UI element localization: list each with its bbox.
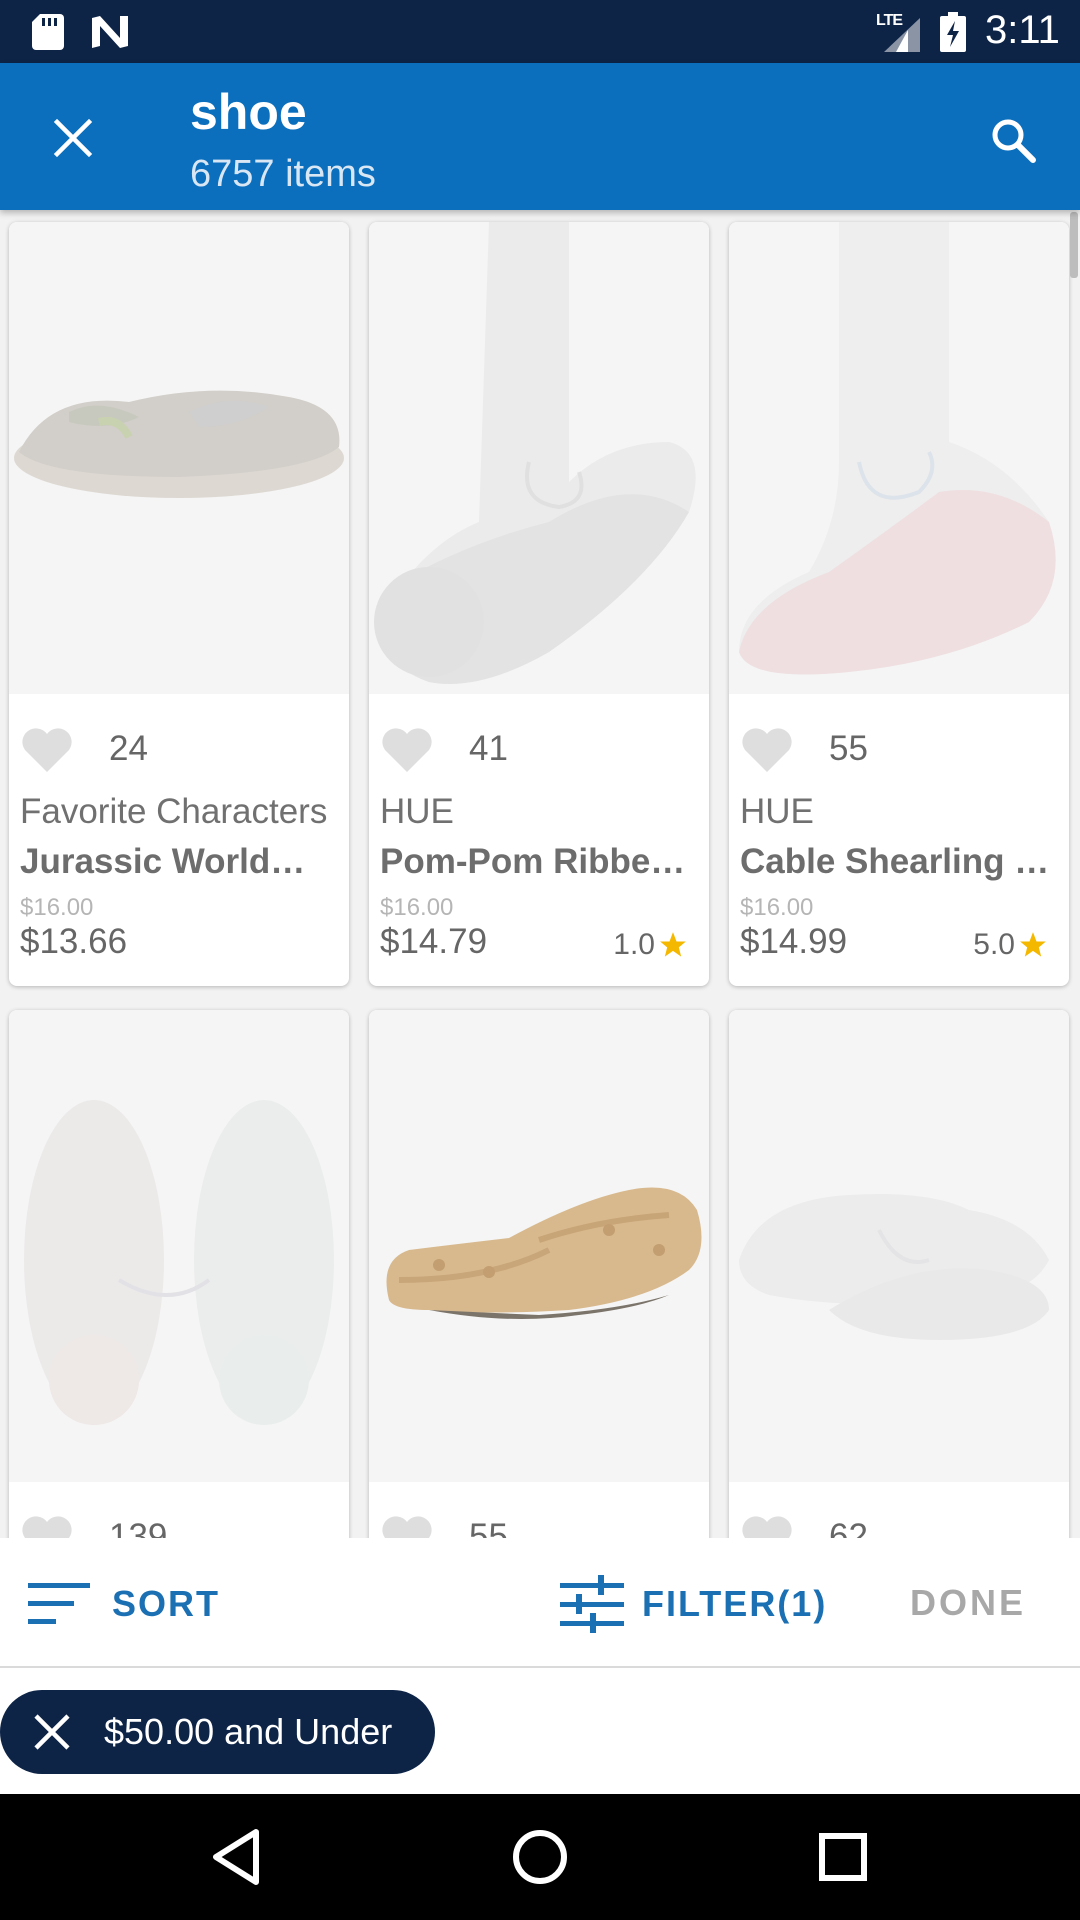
status-bar: LTE 3:11: [0, 0, 1080, 63]
notification-n-icon: [92, 16, 128, 48]
close-icon: [53, 118, 93, 158]
slipper-image: [739, 1194, 1049, 1340]
product-name: Jurassic World™ Slippers: [20, 842, 340, 881]
system-nav-bar: [0, 1794, 1080, 1920]
sock-image: [374, 222, 696, 684]
star-icon: [1020, 932, 1046, 957]
heart-icon[interactable]: [739, 1512, 795, 1538]
sale-price: $13.66: [20, 922, 128, 961]
heart-icon[interactable]: [379, 724, 435, 774]
back-icon[interactable]: [204, 1824, 270, 1890]
product-image[interactable]: [729, 1010, 1069, 1482]
favorite-count: 24: [109, 729, 148, 768]
heart-icon[interactable]: [19, 724, 75, 774]
filter-button[interactable]: FILTER(1): [560, 1574, 827, 1634]
signal-icon: [884, 18, 920, 52]
search-button[interactable]: [980, 107, 1046, 173]
price-filter-chip[interactable]: $50.00 and Under: [0, 1690, 435, 1774]
favorite-row: 62: [739, 1512, 868, 1538]
product-card[interactable]: 139: [9, 1010, 349, 1538]
favorite-row: 41: [379, 724, 508, 774]
favorite-count: 55: [829, 729, 868, 768]
original-price: $16.00: [740, 894, 814, 921]
heart-icon[interactable]: [739, 724, 795, 774]
heart-icon[interactable]: [19, 1512, 75, 1538]
star-icon: [660, 932, 686, 957]
close-search-button[interactable]: [40, 105, 106, 171]
product-grid[interactable]: 24 Favorite Characters Jurassic World™ S…: [0, 210, 1080, 1538]
favorite-count: 41: [469, 729, 508, 768]
product-image[interactable]: [9, 222, 349, 694]
product-brand: Favorite Characters: [20, 792, 328, 831]
product-card[interactable]: 55 HUE Cable Shearling Slipper Socks $16…: [729, 222, 1069, 986]
product-image[interactable]: [369, 1010, 709, 1482]
sort-label: SORT: [112, 1583, 221, 1624]
rating-value: 1.0: [613, 928, 655, 961]
product-image[interactable]: [369, 222, 709, 694]
product-card[interactable]: 62: [729, 1010, 1069, 1538]
recents-icon[interactable]: [810, 1824, 876, 1890]
product-name: Pom-Pom Ribbed Liner Socks: [380, 842, 700, 881]
favorite-row: 139: [19, 1512, 167, 1538]
original-price: $16.00: [380, 894, 454, 921]
favorite-count: 139: [109, 1517, 168, 1538]
slipper-pair-image: [24, 1100, 334, 1425]
home-icon[interactable]: [507, 1824, 573, 1890]
product-rating: 5.0: [973, 928, 1047, 962]
product-brand: HUE: [380, 792, 454, 831]
original-price: $16.00: [20, 894, 94, 921]
chip-label: $50.00 and Under: [104, 1711, 393, 1752]
product-card[interactable]: 41 HUE Pom-Pom Ribbed Liner Socks $16.00…: [369, 222, 709, 986]
rating-value: 5.0: [973, 928, 1015, 961]
active-filters-row: $50.00 and Under: [0, 1670, 1080, 1794]
search-app-bar: shoe 6757 items: [0, 63, 1080, 210]
result-count: 6757 items: [190, 153, 376, 195]
product-name: Cable Shearling Slipper Socks: [740, 842, 1060, 881]
product-rating: 1.0: [613, 928, 687, 962]
product-card[interactable]: 55: [369, 1010, 709, 1538]
sock-image: [739, 222, 1056, 675]
sale-price: $14.79: [380, 922, 488, 961]
sort-icon: [28, 1583, 90, 1624]
done-button[interactable]: DONE: [910, 1582, 1026, 1624]
scrollbar[interactable]: [1070, 212, 1078, 278]
favorite-count: 55: [469, 1517, 508, 1538]
favorite-count: 62: [829, 1517, 868, 1538]
search-icon: [992, 119, 1036, 163]
favorite-row: 55: [379, 1512, 508, 1538]
filter-sliders-icon: [560, 1575, 624, 1633]
battery-charging-icon: [940, 12, 966, 52]
search-query-title: shoe: [190, 84, 307, 140]
favorite-row: 55: [739, 724, 868, 774]
product-image[interactable]: [729, 222, 1069, 694]
slipper-image: [14, 390, 344, 498]
close-icon[interactable]: [30, 1710, 74, 1754]
sherpa-slipper-image: [386, 1187, 702, 1319]
sort-filter-bar: SORT FILTER(1) DONE: [0, 1538, 1080, 1668]
clock: 3:11: [985, 8, 1060, 52]
sale-price: $14.99: [740, 922, 848, 961]
sd-card-icon: [32, 14, 64, 50]
product-image[interactable]: [9, 1010, 349, 1482]
favorite-row: 24: [19, 724, 148, 774]
sort-button[interactable]: SORT: [28, 1576, 220, 1632]
heart-icon[interactable]: [379, 1512, 435, 1538]
product-card[interactable]: 24 Favorite Characters Jurassic World™ S…: [9, 222, 349, 986]
filter-label: FILTER(1): [642, 1583, 828, 1624]
product-brand: HUE: [740, 792, 814, 831]
